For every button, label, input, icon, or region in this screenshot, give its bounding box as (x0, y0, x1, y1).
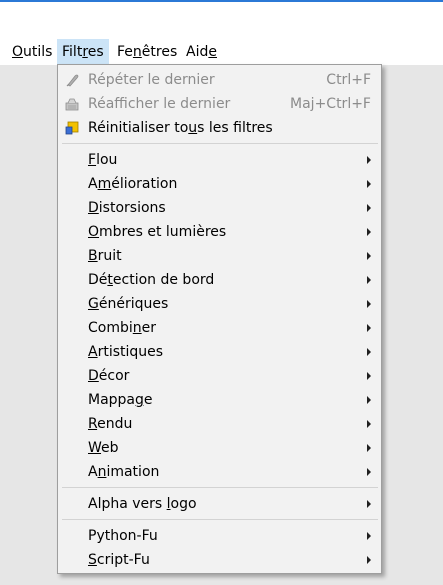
submenu-script-fu[interactable]: Script-Fu (58, 548, 381, 572)
menu-item-label: Répéter le dernier (88, 72, 215, 88)
submenu-detection-de-bord[interactable]: Détection de bord (58, 268, 381, 292)
menu-item-label: Rendu (88, 416, 133, 432)
reshow-filter-icon (65, 97, 79, 111)
submenu-arrow-icon (367, 300, 371, 308)
menu-separator (62, 487, 378, 488)
submenu-arrow-icon (367, 228, 371, 236)
menu-item-repeat-last[interactable]: Répéter le dernier Ctrl+F (58, 68, 381, 92)
menubar: Outils Filtres Fenêtres Aide (0, 39, 443, 65)
menu-item-label: Réafficher le dernier (88, 96, 231, 112)
submenu-arrow-icon (367, 500, 371, 508)
menu-fenetres-label: Fenêtres (117, 44, 178, 60)
menu-filtres[interactable]: Filtres (57, 39, 109, 65)
submenu-decor[interactable]: Décor (58, 364, 381, 388)
submenu-generiques[interactable]: Génériques (58, 292, 381, 316)
submenu-distorsions[interactable]: Distorsions (58, 196, 381, 220)
submenu-arrow-icon (367, 156, 371, 164)
submenu-bruit[interactable]: Bruit (58, 244, 381, 268)
submenu-web[interactable]: Web (58, 436, 381, 460)
submenu-arrow-icon (367, 468, 371, 476)
submenu-arrow-icon (367, 276, 371, 284)
menu-fenetres[interactable]: Fenêtres (112, 39, 182, 65)
submenu-arrow-icon (367, 204, 371, 212)
menu-item-reset-all-filters[interactable]: Réinitialiser tous les filtres (58, 116, 381, 140)
submenu-arrow-icon (367, 396, 371, 404)
menu-item-label: Ombres et lumières (88, 224, 227, 240)
menu-filtres-label: Filtres (62, 44, 104, 60)
menu-item-label: Python-Fu (88, 528, 158, 544)
menu-item-label: Bruit (88, 248, 122, 264)
menu-item-label: Décor (88, 368, 130, 384)
submenu-arrow-icon (367, 324, 371, 332)
menu-item-label: Génériques (88, 296, 169, 312)
menu-item-label: Artistiques (88, 344, 164, 360)
submenu-ombres-et-lumieres[interactable]: Ombres et lumières (58, 220, 381, 244)
menu-item-label: Distorsions (88, 200, 166, 216)
menu-item-label: Animation (88, 464, 160, 480)
submenu-arrow-icon (367, 444, 371, 452)
submenu-arrow-icon (367, 532, 371, 540)
submenu-alpha-vers-logo[interactable]: Alpha vers logo (58, 492, 381, 516)
window-top-area (0, 0, 443, 39)
submenu-arrow-icon (367, 252, 371, 260)
menu-aide-label: Aide (186, 44, 217, 60)
menu-item-label: Web (88, 440, 119, 456)
menu-item-label: Réinitialiser tous les filtres (88, 120, 273, 136)
submenu-arrow-icon (367, 180, 371, 188)
menu-item-shortcut: Maj+Ctrl+F (290, 96, 371, 112)
submenu-flou[interactable]: Flou (58, 148, 381, 172)
menu-item-label: Mappage (88, 392, 153, 408)
menu-outils-label: Outils (12, 44, 53, 60)
submenu-rendu[interactable]: Rendu (58, 412, 381, 436)
submenu-arrow-icon (367, 348, 371, 356)
menu-separator (62, 519, 378, 520)
submenu-combiner[interactable]: Combiner (58, 316, 381, 340)
submenu-arrow-icon (367, 420, 371, 428)
menu-item-reshow-last[interactable]: Réafficher le dernier Maj+Ctrl+F (58, 92, 381, 116)
menu-item-label: Alpha vers logo (88, 496, 197, 512)
menu-separator (62, 143, 378, 144)
filters-dropdown-menu: Répéter le dernier Ctrl+F Réafficher le … (57, 64, 382, 574)
menu-item-label: Amélioration (88, 176, 178, 192)
menu-item-label: Combiner (88, 320, 157, 336)
submenu-mappage[interactable]: Mappage (58, 388, 381, 412)
submenu-python-fu[interactable]: Python-Fu (58, 524, 381, 548)
menu-item-label: Flou (88, 152, 118, 168)
menu-aide[interactable]: Aide (181, 39, 222, 65)
submenu-artistiques[interactable]: Artistiques (58, 340, 381, 364)
menu-item-label: Script-Fu (88, 552, 150, 568)
menu-item-shortcut: Ctrl+F (326, 72, 371, 88)
submenu-amelioration[interactable]: Amélioration (58, 172, 381, 196)
submenu-animation[interactable]: Animation (58, 460, 381, 484)
submenu-arrow-icon (367, 372, 371, 380)
menu-outils[interactable]: Outils (7, 39, 57, 65)
repeat-filter-icon (65, 73, 79, 87)
reset-filters-icon (65, 121, 79, 135)
submenu-arrow-icon (367, 556, 371, 564)
menu-item-label: Détection de bord (88, 272, 215, 288)
window-accent-line (0, 0, 443, 2)
